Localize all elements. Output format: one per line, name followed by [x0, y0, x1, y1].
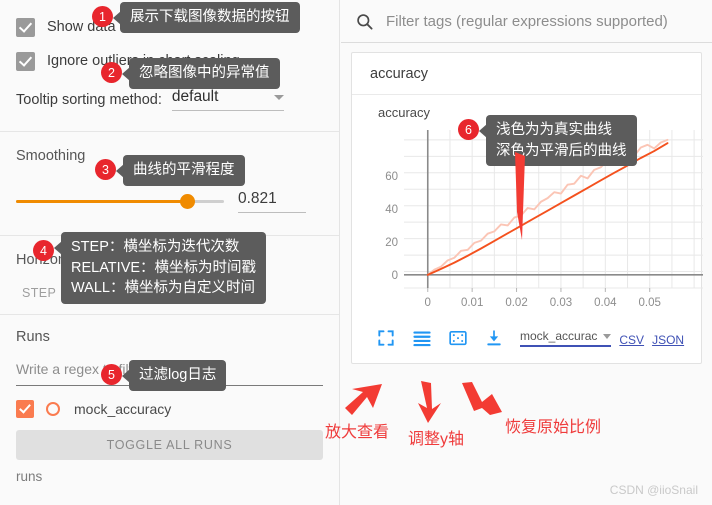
callout-badge-6: 6: [458, 119, 479, 140]
runs-section: Runs Write a regex to filter runs mock_a…: [0, 315, 339, 484]
download-icon[interactable]: [484, 327, 504, 349]
svg-text:0.05: 0.05: [639, 297, 661, 309]
callout-3: 曲线的平滑程度: [116, 155, 245, 186]
download-run-value: mock_accurac: [520, 329, 598, 343]
svg-text:0: 0: [425, 297, 431, 309]
svg-text:40: 40: [385, 204, 398, 216]
svg-text:20: 20: [385, 237, 398, 249]
red-note-reset: 恢复原始比例: [505, 419, 602, 436]
smoothing-value: 0.821: [238, 190, 277, 207]
app-root: Show data download links Ignore outliers…: [0, 0, 712, 505]
callout-badge-3: 3: [95, 159, 116, 180]
runs-label: Runs: [16, 329, 50, 345]
svg-text:0: 0: [392, 270, 398, 282]
expand-icon[interactable]: [376, 327, 396, 349]
tooltip-sorting-select[interactable]: default: [171, 88, 284, 111]
download-run-select[interactable]: mock_accurac: [520, 329, 612, 347]
callout-badge-1: 1: [92, 6, 113, 27]
chevron-down-icon: [603, 333, 612, 339]
callout-6-arrow-icon: [515, 152, 525, 240]
reset-aspect-icon[interactable]: [448, 327, 468, 349]
smoothing-slider-thumb[interactable]: [179, 194, 195, 209]
callout-badge-5: 5: [101, 364, 122, 385]
y-axis-icon[interactable]: [412, 327, 432, 349]
callout-4: STEP：横坐标为迭代次数 RELATIVE：横坐标为时间戳 WALL：横坐标为…: [53, 232, 267, 304]
search-icon: [357, 13, 373, 30]
run-color-dot-icon: [46, 402, 60, 416]
download-csv-link[interactable]: CSV: [619, 333, 644, 347]
callout-2: 忽略图像中的异常值: [122, 58, 280, 89]
chevron-down-icon: [273, 94, 284, 100]
run-checkbox-icon[interactable]: [16, 400, 34, 418]
toggle-all-runs-button[interactable]: TOGGLE ALL RUNS: [16, 430, 323, 460]
download-controls: mock_accurac CSV JSON: [520, 329, 684, 347]
svg-text:60: 60: [385, 171, 398, 183]
callout-5: 过滤log日志: [121, 360, 227, 391]
watermark: CSDN @iioSnail: [609, 483, 698, 497]
tag-group-header[interactable]: accuracy: [352, 53, 701, 95]
svg-text:0.04: 0.04: [594, 297, 617, 309]
runs-footer-label: runs: [16, 469, 43, 484]
red-note-yaxis: 调整y轴: [408, 431, 465, 448]
callout-badge-4: 4: [33, 240, 54, 261]
callout-badge-2: 2: [101, 62, 122, 83]
svg-text:0.02: 0.02: [505, 297, 527, 309]
checkbox-icon[interactable]: [16, 17, 35, 37]
smoothing-value-field[interactable]: 0.821: [238, 190, 306, 213]
run-list-item[interactable]: mock_accuracy: [16, 400, 323, 418]
tab-step[interactable]: STEP: [22, 286, 56, 300]
callout-1: 展示下载图像数据的按钮: [113, 2, 300, 33]
toggle-all-runs-label: TOGGLE ALL RUNS: [106, 438, 233, 452]
yaxis-note-arrow-icon: [418, 381, 441, 423]
run-name: mock_accuracy: [74, 401, 172, 417]
red-note-zoom: 放大查看: [325, 424, 390, 441]
svg-text:0.03: 0.03: [550, 297, 572, 309]
tooltip-sorting-label: Tooltip sorting method:: [16, 92, 162, 108]
chart-toolbar: mock_accurac CSV JSON: [362, 323, 691, 359]
checkbox-icon[interactable]: [16, 51, 35, 71]
tooltip-sorting-value: default: [171, 88, 219, 105]
svg-text:0.01: 0.01: [461, 297, 483, 309]
tag-filter-bar[interactable]: Filter tags (regular expressions support…: [341, 0, 712, 43]
download-json-link[interactable]: JSON: [652, 333, 684, 347]
tag-filter-placeholder: Filter tags (regular expressions support…: [386, 12, 668, 30]
tag-group-title: accuracy: [370, 65, 429, 82]
smoothing-slider-fill: [16, 200, 187, 203]
zoom-note-arrow-icon: [345, 384, 382, 415]
smoothing-slider[interactable]: [16, 194, 224, 209]
